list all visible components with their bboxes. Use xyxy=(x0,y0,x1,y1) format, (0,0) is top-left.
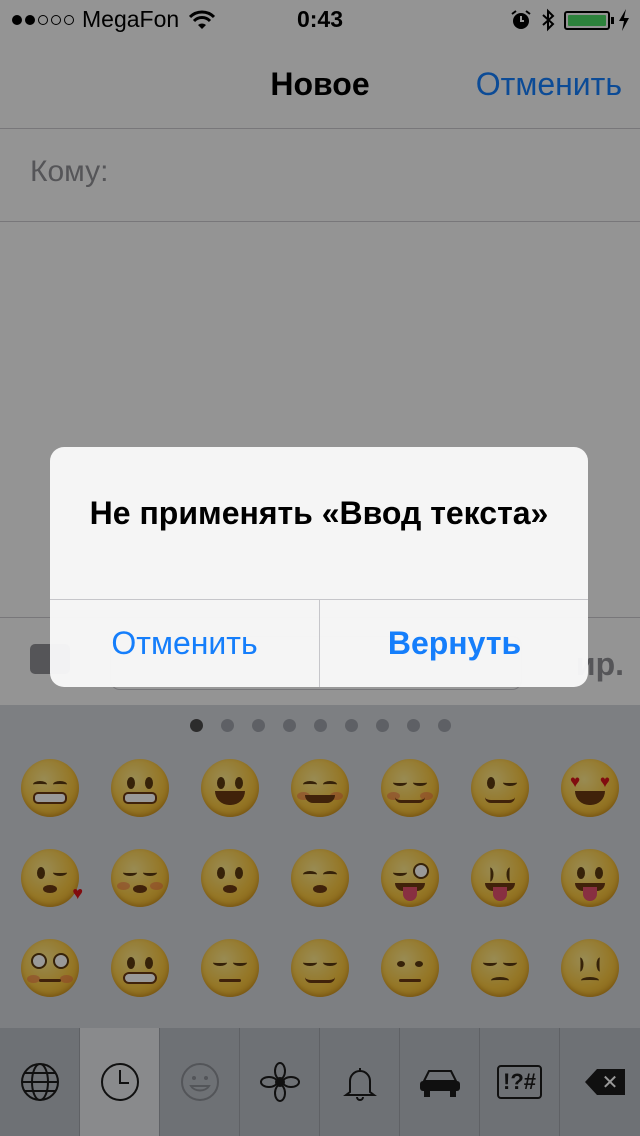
alert-dialog: Не применять «Ввод текста» Отменить Верн… xyxy=(50,447,588,687)
alert-redo-button[interactable]: Вернуть xyxy=(320,599,588,687)
alert-title: Не применять «Ввод текста» xyxy=(89,495,549,531)
alert-cancel-button[interactable]: Отменить xyxy=(50,599,319,687)
